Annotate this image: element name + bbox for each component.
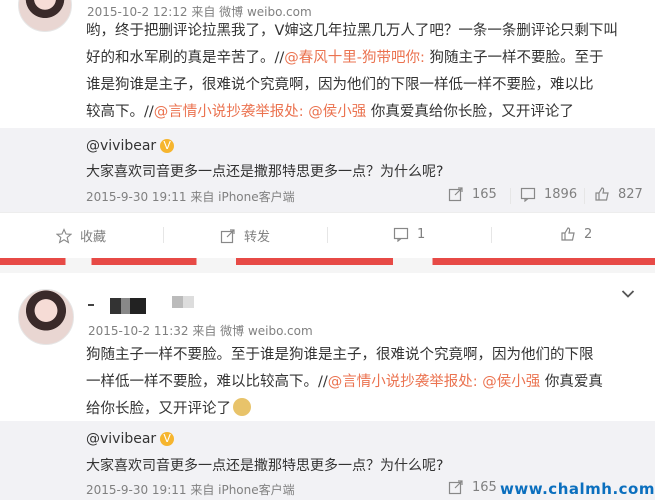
like-button[interactable]: 2 [560, 226, 592, 242]
username-mosaic [172, 296, 194, 308]
favorite-label: 收藏 [80, 230, 107, 245]
repost-like-button[interactable]: 827 [594, 186, 643, 202]
body-text: 狗随主子一样不要脸。至于谁是狗谁是主子，很难说个究竟啊，因为他们的下限 [86, 347, 594, 363]
body-text: 你真爱真 [540, 374, 603, 390]
repost-comment-button[interactable]: 1896 [520, 186, 577, 202]
body-text: 给你长脸，又开评论了 [86, 401, 231, 417]
comment-button[interactable]: 1 [393, 226, 425, 242]
repost-box: @vivibear V 大家喜欢司音更多一点还是撒那特思更多一点？为什么呢? 20… [0, 128, 655, 212]
body-line: 给你长脸，又开评论了 [86, 396, 646, 423]
repost-user[interactable]: @vivibear V [86, 138, 175, 154]
body-line: 一样低一样不要脸，难以比较高下。//@言情小说抄袭举报处: @侯小强 你真爱真 [86, 369, 646, 396]
thumbs-up-icon [595, 187, 609, 201]
body-text: 你真爱真给你长脸，又开评论了 [366, 104, 574, 120]
comment-count: 1 [417, 226, 426, 242]
body-line: 谁是狗谁是主子，很难说个究竟啊，因为他们的下限一样低一样不要脸，难以比 [86, 72, 646, 99]
body-text: 狗随主子一样不要脸。至于 [424, 50, 604, 66]
body-text: 谁是狗谁是主子，很难说个究竟啊，因为他们的下限一样低一样不要脸，难以比 [86, 77, 594, 93]
vip-badge-icon: V [160, 139, 175, 153]
post-meta: 2015-10-2 11:32 来自 微博 weibo.com [88, 324, 313, 338]
repost-meta: 2015-9-30 19:11 来自 iPhone客户端 [86, 190, 295, 204]
forward-label: 转发 [244, 230, 271, 245]
forward-count: 165 [472, 479, 497, 495]
divider [327, 227, 328, 243]
comment-count: 1896 [544, 186, 578, 202]
comment-icon [393, 227, 409, 242]
star-icon [56, 227, 72, 244]
divider [584, 188, 585, 204]
post-body: 狗随主子一样不要脸。至于谁是狗谁是主子，很难说个究竟啊，因为他们的下限 一样低一… [86, 342, 646, 423]
repost-username[interactable]: @vivibear [86, 138, 156, 154]
body-text: 一样低一样不要脸，难以比较高下。// [86, 374, 328, 390]
favorite-button[interactable]: 收藏 [56, 226, 106, 245]
username-dash [88, 304, 94, 306]
forward-icon [448, 480, 463, 495]
body-line: 好的和水军刷的真是辛苦了。//@春风十里-狗带吧你: 狗随主子一样不要脸。至于 [86, 45, 646, 72]
feed-gap [0, 265, 655, 273]
repost-meta: 2015-9-30 19:11 来自 iPhone客户端 [86, 483, 295, 497]
repost-username[interactable]: @vivibear [86, 431, 156, 447]
vip-badge-icon: V [160, 432, 175, 446]
site-watermark: www.chalmh.com [500, 480, 655, 498]
post-body: 哟，终于把删评论拉黑我了，V婶这几年拉黑几万人了吧？一条一条删评论只剩下叫 好的… [86, 18, 646, 126]
body-text: 哟，终于把删评论拉黑我了，V婶这几年拉黑几万人了吧？一条一条删评论只剩下叫 [86, 23, 618, 39]
mention-link[interactable]: @侯小强 [482, 374, 540, 390]
feed-separator [0, 258, 655, 265]
mention-link[interactable]: @春风十里-狗带吧你: [284, 50, 425, 66]
repost-text: 大家喜欢司音更多一点还是撒那特思更多一点？为什么呢? [86, 458, 444, 474]
body-line: 较高下。//@言情小说抄袭举报处: @侯小强 你真爱真给你长脸，又开评论了 [86, 99, 646, 126]
avatar[interactable] [18, 289, 74, 345]
doge-emoji-icon [233, 398, 251, 416]
like-count: 2 [584, 226, 593, 242]
chevron-down-icon[interactable] [621, 289, 635, 299]
mention-link[interactable]: @侯小强 [308, 104, 366, 120]
thumbs-up-icon [561, 227, 575, 241]
divider [163, 227, 164, 243]
forward-icon [448, 187, 463, 202]
body-line: 狗随主子一样不要脸。至于谁是狗谁是主子，很难说个究竟啊，因为他们的下限 [86, 342, 646, 369]
forward-count: 165 [472, 186, 497, 202]
comment-icon [520, 187, 536, 202]
forward-button[interactable]: 转发 [220, 226, 270, 245]
body-text: 较高下。// [86, 104, 154, 120]
forward-icon [220, 228, 235, 243]
divider [491, 227, 492, 243]
body-text: 好的和水军刷的真是辛苦了。// [86, 50, 285, 66]
repost-forward-button[interactable]: 165 [448, 186, 497, 202]
mention-link[interactable]: @言情小说抄袭举报处: [154, 104, 304, 120]
username-mosaic [110, 298, 146, 314]
avatar[interactable] [18, 0, 72, 32]
username-blurred[interactable] [88, 296, 208, 314]
mention-link[interactable]: @言情小说抄袭举报处: [328, 374, 478, 390]
repost-text: 大家喜欢司音更多一点还是撒那特思更多一点？为什么呢? [86, 164, 444, 180]
like-count: 827 [618, 186, 643, 202]
repost-user[interactable]: @vivibear V [86, 431, 175, 447]
action-bar: 收藏 转发 1 2 [0, 212, 655, 257]
repost-forward-button[interactable]: 165 [448, 479, 497, 495]
body-line: 哟，终于把删评论拉黑我了，V婶这几年拉黑几万人了吧？一条一条删评论只剩下叫 [86, 18, 646, 45]
divider [510, 188, 511, 204]
